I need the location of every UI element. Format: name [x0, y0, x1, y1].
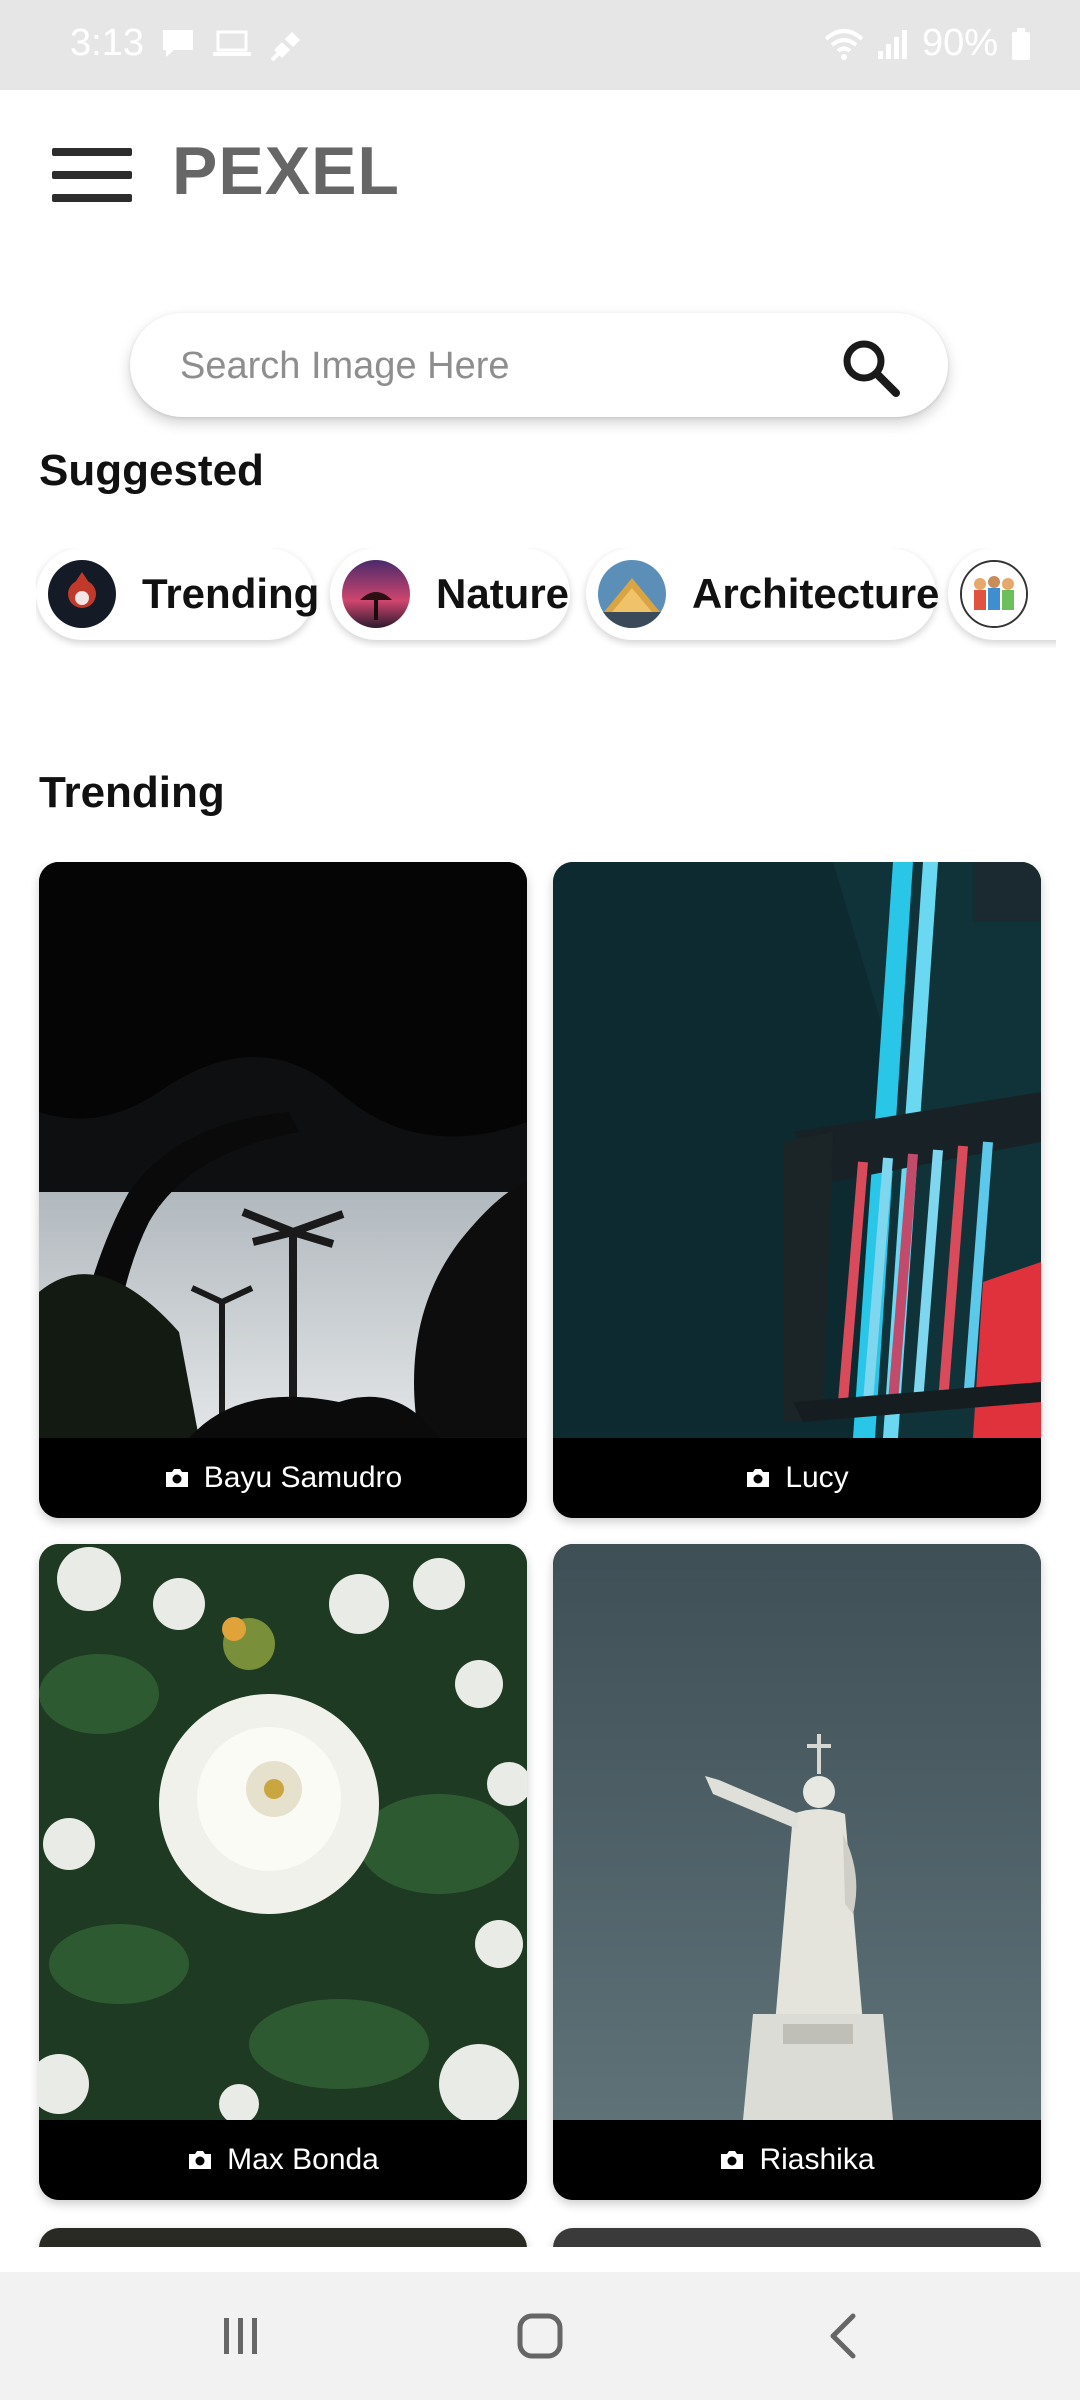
photo-card[interactable]: Lucy	[553, 862, 1041, 1518]
photographer-name: Max Bonda	[227, 2143, 379, 2176]
photographer-name: Riashika	[759, 2143, 875, 2176]
photo-caption: Bayu Samudro	[39, 1438, 527, 1518]
trending-heading: Trending	[39, 768, 225, 817]
menu-icon[interactable]	[52, 148, 132, 204]
battery-percent: 90%	[921, 22, 998, 64]
photographer-name: Lucy	[785, 1461, 849, 1494]
photo-caption: Lucy	[553, 1438, 1041, 1518]
recents-icon[interactable]	[210, 2310, 270, 2362]
camera-icon	[747, 1469, 770, 1487]
chip-architecture-avatar	[598, 560, 666, 628]
suggested-chips: Trending Nature Architecture	[36, 548, 1056, 648]
chip-people-avatar	[960, 560, 1028, 628]
wifi-icon	[824, 28, 864, 60]
status-time: 3:13	[70, 22, 144, 64]
photographer-name: Bayu Samudro	[203, 1461, 403, 1494]
chip-trending-avatar	[48, 560, 116, 628]
photo-card[interactable]: Bayu Samudro	[39, 862, 527, 1518]
photo-statue	[553, 1544, 1041, 2120]
suggested-heading: Suggested	[39, 446, 264, 495]
signal-icon	[877, 29, 907, 59]
app-title: PEXEL	[172, 133, 400, 209]
home-icon[interactable]	[510, 2310, 570, 2362]
photo-card[interactable]: Max Bonda	[39, 1544, 527, 2200]
search-bar	[130, 313, 948, 417]
photo-card[interactable]	[553, 2228, 1041, 2247]
back-icon[interactable]	[815, 2310, 875, 2362]
chip-people[interactable]	[948, 548, 1056, 640]
photo-card[interactable]: Riashika	[553, 1544, 1041, 2200]
chip-nature-avatar	[342, 560, 410, 628]
camera-icon	[189, 2151, 212, 2169]
photo-white-rose	[39, 1544, 527, 2120]
chip-label: Trending	[142, 570, 320, 617]
chip-nature[interactable]: Nature	[330, 548, 570, 640]
photo-caption: Riashika	[553, 2120, 1041, 2200]
chat-icon	[162, 29, 193, 57]
chip-architecture[interactable]: Architecture	[586, 548, 940, 640]
photo-caption: Max Bonda	[39, 2120, 527, 2200]
camera-icon	[721, 2151, 744, 2169]
laptop-icon	[212, 30, 251, 56]
photo-palm-trees	[39, 862, 527, 1438]
camera-icon	[165, 1469, 188, 1487]
photo-card[interactable]	[39, 2228, 527, 2247]
system-nav-bar	[0, 2272, 1080, 2400]
app-bar: PEXEL	[0, 90, 1080, 260]
search-icon[interactable]	[838, 335, 902, 399]
chip-label: Nature	[436, 570, 570, 617]
chip-trending[interactable]: Trending	[36, 548, 319, 640]
trending-grid: Bayu Samudro Lucy Max Bonda Riashika	[28, 862, 1052, 2247]
status-bar: 3:13 90%	[0, 0, 1080, 90]
chip-label: Architecture	[692, 570, 940, 617]
photo-neon-building	[553, 862, 1041, 1438]
mute-icon	[270, 28, 306, 61]
search-input[interactable]	[178, 335, 822, 397]
battery-icon	[1012, 27, 1030, 60]
